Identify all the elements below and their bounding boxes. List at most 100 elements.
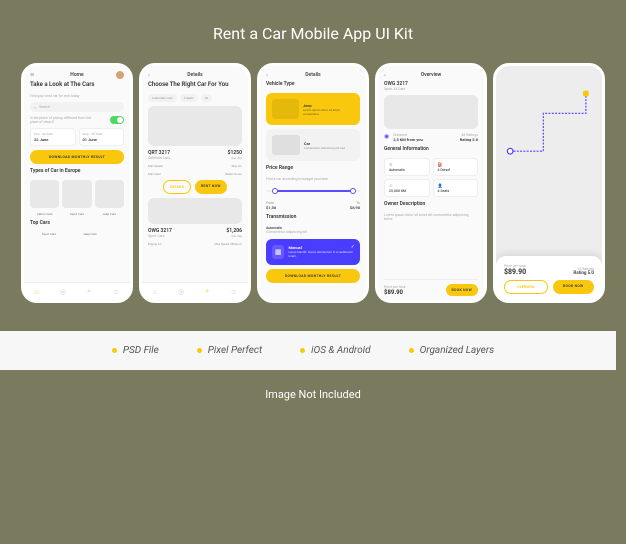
spec-item: Seater Score [225, 172, 242, 176]
slider-knob-min[interactable] [272, 188, 278, 194]
spec-item: Engine AC [148, 242, 162, 246]
back-icon[interactable]: ‹ [266, 72, 268, 79]
back-icon[interactable]: ‹ [384, 72, 386, 79]
owner-desc: Lorem ipsum dolor sit amet elit consecte… [384, 213, 478, 221]
phone-details-filter: ‹ Details Vehicle Type Jeep Lorem ipsum … [257, 63, 369, 303]
search-input[interactable]: ⌕ Search [30, 102, 124, 112]
info-value: Automatic [389, 168, 425, 172]
feature-item: PSD File [112, 345, 159, 356]
vehicle-desc: Consectetur adipiscing elit sed [304, 146, 345, 150]
rent-button[interactable]: RENT NOW [195, 180, 227, 194]
feature-strip: PSD File Pixel Perfect iOS & Android Org… [0, 331, 616, 370]
car-hero-image [148, 106, 242, 146]
car-price-per: /per day [226, 234, 242, 238]
header-title: Overview [421, 72, 442, 78]
info-value: 25,000 KM [389, 189, 425, 193]
download-button[interactable]: DOWNLOAD MONTHLY RESULT [30, 150, 124, 164]
car-card[interactable] [62, 180, 91, 208]
vehicle-desc: Lorem ipsum dolor sit amet consectetur [303, 108, 354, 116]
info-cell: ⚙ Automatic [384, 158, 430, 176]
car-type-label: Jeep Cars [71, 232, 109, 236]
menu-icon[interactable]: ≡ [30, 71, 34, 79]
check-icon: ✓ [351, 244, 355, 250]
distance-icon: ⟲ [389, 183, 425, 188]
car-type: Sport All Cars [384, 87, 478, 91]
nav-location-icon[interactable]: ◎ [60, 288, 66, 296]
car-card[interactable] [95, 180, 124, 208]
details-button[interactable]: DETAILS [163, 180, 191, 194]
price-range-heading: Price Range [266, 165, 360, 171]
header-title: Details [305, 72, 320, 78]
manual-desc: Lacus blandit. Donec elementum in a vest… [288, 250, 354, 258]
grid-icon: ▦ [272, 245, 284, 259]
price-range-sub: Find a car according to budget you have [266, 177, 360, 181]
bottom-nav: ⌂ ◎ ⌕ ☺ [142, 282, 248, 300]
header: ‹ Details [260, 66, 366, 81]
nav-search-icon[interactable]: ⌕ [205, 287, 209, 296]
car-type-label: Jeep Cars [95, 212, 124, 216]
bottom-nav: ⌂ ◎ ⌕ ☺ [24, 282, 130, 300]
feature-item: iOS & Android [300, 345, 370, 356]
map-bottom-card: Price per hour $89.90 24 Ratings Rating … [496, 256, 602, 300]
info-cell: ⟲ 25,000 KM [384, 179, 430, 197]
slider-knob-max[interactable] [350, 188, 356, 194]
pickup-toggle[interactable] [110, 116, 124, 124]
dropoff-date[interactable]: Drop - Off Date 01 June [79, 128, 125, 146]
spec-item: Max Speed [148, 164, 163, 168]
feature-label: iOS & Android [311, 345, 370, 356]
filter-chip[interactable]: Automatic Cars [148, 94, 177, 102]
price-slider[interactable] [266, 185, 360, 197]
phone-row: ≡ Home Take a Look at The Cars Find your… [21, 63, 605, 303]
dropoff-value: 01 June [83, 137, 121, 142]
general-info-heading: General Information [384, 146, 478, 152]
distance-value: 2,5 KM from you [393, 137, 423, 142]
header: ≡ Home [24, 66, 130, 81]
nav-search-icon[interactable]: ⌕ [87, 287, 91, 296]
vehicle-thumb [272, 99, 299, 119]
book-now-button[interactable]: BOOK NOW [446, 284, 479, 296]
vehicle-option-car[interactable]: Car Consectetur adipiscing elit sed [266, 129, 360, 161]
vehicle-option-jeep[interactable]: Jeep Lorem ipsum dolor sit amet consecte… [266, 93, 360, 125]
header-title: Details [187, 72, 202, 78]
feature-item: Pixel Perfect [197, 345, 262, 356]
car-hero-image [384, 95, 478, 129]
info-cell: ⛽ 4 Diesel [433, 158, 479, 176]
seats-icon: 👤 [438, 183, 474, 188]
overview-button[interactable]: OVERVIEW [504, 280, 548, 294]
vehicle-type-heading: Vehicle Type [266, 81, 360, 87]
book-now-button[interactable]: BOOK NOW [553, 280, 595, 294]
phone-home: ≡ Home Take a Look at The Cars Find your… [21, 63, 133, 303]
car-type: Sport Cars [148, 234, 172, 238]
filter-chip[interactable]: All [201, 94, 212, 102]
pickup-date[interactable]: Pick - Up Date 22 June [30, 128, 76, 146]
nav-profile-icon[interactable]: ☺ [112, 288, 119, 296]
car-card[interactable] [30, 180, 59, 208]
section-types: Types of Car in Europe [30, 168, 124, 174]
filter-chip[interactable]: 4 Seats [180, 94, 198, 102]
avatar[interactable] [116, 71, 124, 79]
image-not-included: Image Not Included [265, 388, 361, 401]
back-icon[interactable]: ‹ [148, 72, 150, 79]
info-cell: 👤 4 Seats [433, 179, 479, 197]
price-value: $89.90 [384, 289, 406, 296]
info-value: 4 Seats [438, 189, 474, 193]
phone-map: Price per hour $89.90 24 Ratings Rating … [493, 63, 605, 303]
rating-value: Rating 5.0 [460, 137, 478, 142]
nav-profile-icon[interactable]: ☺ [230, 288, 237, 296]
info-value: 4 Diesel [438, 168, 474, 172]
to-value: $8,90 [350, 205, 360, 210]
car-type-label: Cabrio Cars [30, 212, 59, 216]
feature-item: Organized Layers [409, 345, 495, 356]
phone-overview: ‹ Overview OWG 3217 Sport All Cars ◉ Dis… [375, 63, 487, 303]
header-title: Home [70, 72, 83, 78]
download-button[interactable]: DOWNLOAD MONTHLY RESULT [266, 269, 360, 283]
nav-home-icon[interactable]: ⌂ [153, 288, 157, 296]
car-type-label: Sport Cars [30, 232, 68, 236]
nav-location-icon[interactable]: ◎ [178, 288, 184, 296]
transmission-manual[interactable]: ▦ Manual Lacus blandit. Donec elementum … [266, 239, 360, 265]
main-title: Rent a Car Mobile App UI Kit [213, 24, 413, 43]
section-top: Top Cars [30, 220, 124, 226]
vehicle-thumb [272, 135, 300, 155]
car-hero-image [148, 198, 242, 224]
nav-home-icon[interactable]: ⌂ [35, 288, 39, 296]
